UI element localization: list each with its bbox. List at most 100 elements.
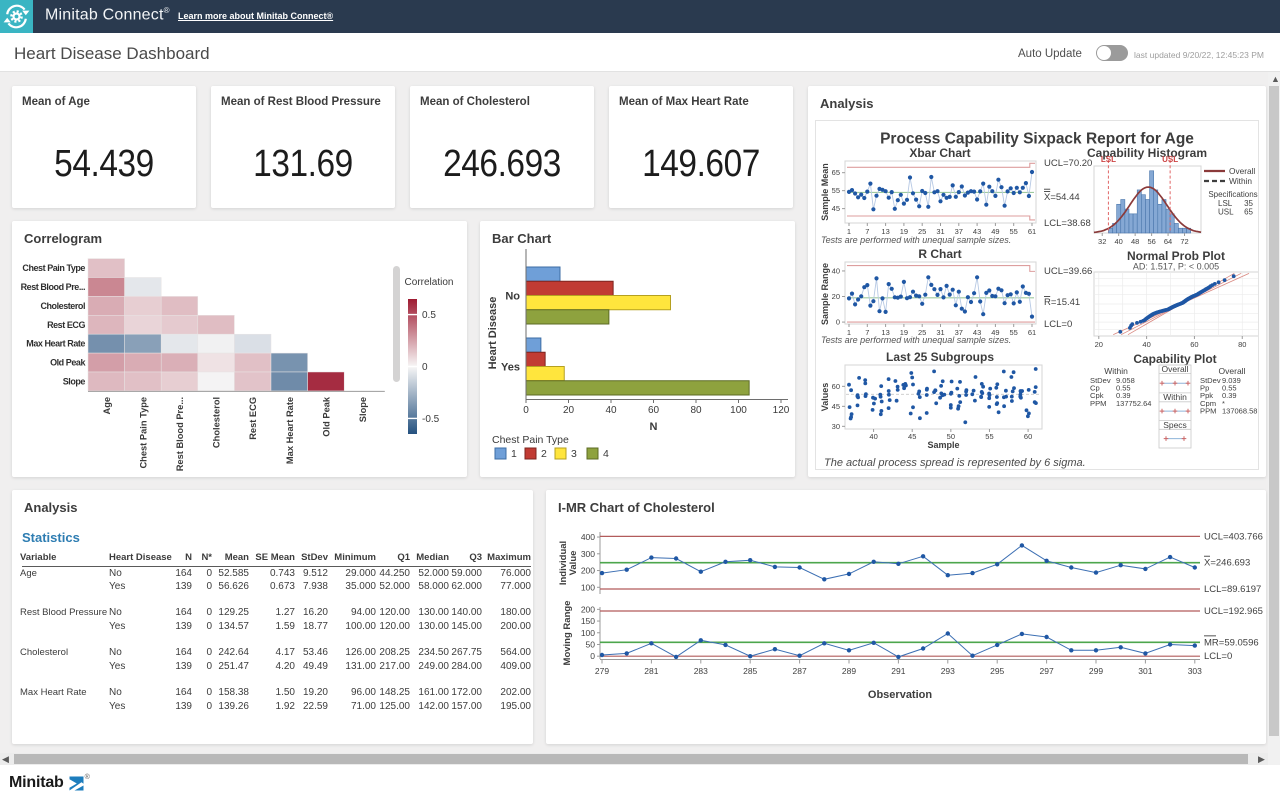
stats-cell: 202.00 <box>500 687 531 698</box>
stats-cell: 0 <box>206 647 212 658</box>
scroll-up-arrow[interactable]: ▲ <box>1271 73 1280 85</box>
svg-text:LCL=89.6197: LCL=89.6197 <box>1204 584 1261 595</box>
statistics-table: VariableHeart DiseaseNN*MeanSE MeanStDev… <box>12 490 533 744</box>
scrollbar-corner <box>1268 753 1280 765</box>
correlogram-panel: Correlogram Chest Pain TypeRest Blood Pr… <box>12 221 467 477</box>
svg-text:Cholesterol: Cholesterol <box>212 397 222 448</box>
auto-update-toggle[interactable] <box>1096 45 1128 61</box>
svg-text:65: 65 <box>1244 208 1253 217</box>
stats-cell: 71.00 <box>351 701 376 712</box>
scroll-left-arrow[interactable]: ◀ <box>2 753 9 765</box>
kpi-card: Mean of Rest Blood Pressure131.69 <box>211 86 395 208</box>
stats-cell: 134.57 <box>218 621 249 632</box>
kpi-title: Mean of Cholesterol <box>420 96 530 108</box>
svg-text:300: 300 <box>581 549 595 559</box>
svg-text:40: 40 <box>832 266 840 275</box>
stats-cell: 0 <box>206 701 212 712</box>
stats-cell: 157.00 <box>451 701 482 712</box>
svg-text:56: 56 <box>1147 237 1155 246</box>
kpi-title: Mean of Rest Blood Pressure <box>221 96 381 108</box>
svg-text:45: 45 <box>908 432 916 441</box>
svg-text:Sample Mean: Sample Mean <box>820 163 830 221</box>
svg-text:2: 2 <box>541 448 547 460</box>
minitab-connect-logo[interactable] <box>0 0 33 33</box>
stats-cell: 94.00 <box>351 607 376 618</box>
stats-cell: 164 <box>175 647 192 658</box>
brand-title: Minitab Connect® <box>45 6 170 24</box>
stats-cell: 52.585 <box>218 568 249 579</box>
stats-cell: 564.00 <box>500 647 531 658</box>
kpi-card: Mean of Max Heart Rate149.607 <box>609 86 793 208</box>
kpi-value: 246.693 <box>421 145 583 183</box>
svg-text:Chest Pain Type: Chest Pain Type <box>492 434 569 446</box>
svg-text:20: 20 <box>832 292 840 301</box>
stats-cell: 249.00 <box>418 661 449 672</box>
stats-header-cell: StDev <box>301 552 328 563</box>
horizontal-scroll-thumb[interactable] <box>14 754 1248 764</box>
analysis-sixpack-panel: Analysis Process Capability Sixpack Repo… <box>808 86 1266 477</box>
correlogram-scrollbar-thumb[interactable] <box>393 266 400 382</box>
learn-more-link[interactable]: Learn more about Minitab Connect® <box>178 11 333 21</box>
svg-text:40: 40 <box>1115 237 1123 246</box>
stats-cell: 62.000 <box>451 581 482 592</box>
vertical-scrollbar[interactable]: ▲ ▼ <box>1268 72 1280 765</box>
stats-cell: Yes <box>109 581 125 592</box>
stats-cell: 49.49 <box>303 661 328 672</box>
stats-cell: 139 <box>175 701 192 712</box>
sixpack-report: Process Capability Sixpack Report for Ag… <box>815 120 1259 470</box>
svg-text:UCL=192.965: UCL=192.965 <box>1204 606 1263 617</box>
page-title: Heart Disease Dashboard <box>14 44 210 64</box>
stats-cell: 9.512 <box>303 568 328 579</box>
svg-text:Rest Blood Pre...: Rest Blood Pre... <box>175 397 185 471</box>
dashboard-header: Heart Disease Dashboard Auto Update last… <box>0 33 1280 72</box>
stats-cell: No <box>109 687 122 698</box>
svg-text:279: 279 <box>595 666 609 676</box>
stats-cell: 4.20 <box>276 661 295 672</box>
svg-text:USL: USL <box>1162 155 1178 164</box>
vertical-scroll-thumb[interactable] <box>1269 86 1279 736</box>
scroll-right-arrow[interactable]: ▶ <box>1258 753 1265 765</box>
stats-cell: 172.00 <box>451 687 482 698</box>
svg-text:0: 0 <box>590 651 595 661</box>
stats-cell: 0.743 <box>270 568 295 579</box>
svg-text:No: No <box>505 291 520 303</box>
svg-text:PPM: PPM <box>1090 399 1106 408</box>
stats-cell: 120.00 <box>379 607 410 618</box>
toggle-knob <box>1097 46 1111 60</box>
svg-text:Slope: Slope <box>358 397 368 422</box>
stats-cell: 0 <box>206 687 212 698</box>
svg-text:45: 45 <box>832 204 840 213</box>
svg-text:Yes: Yes <box>501 362 520 374</box>
horizontal-scrollbar[interactable]: ◀ ▶ <box>0 753 1268 765</box>
svg-text:Overall: Overall <box>1219 366 1246 376</box>
svg-text:Sample Range: Sample Range <box>820 263 830 325</box>
chart-frame <box>845 262 1036 324</box>
stats-cell: 59.000 <box>451 568 482 579</box>
stats-cell: 139 <box>175 621 192 632</box>
svg-text:61: 61 <box>1028 328 1036 337</box>
stats-cell: 0 <box>206 581 212 592</box>
stats-cell: 130.00 <box>418 607 449 618</box>
svg-text:The actual process spread is r: The actual process spread is represented… <box>824 457 1086 469</box>
bar-chart-panel: Bar Chart NoYes020406080100120NHeart Dis… <box>480 221 795 477</box>
stats-cell: 56.626 <box>218 581 249 592</box>
svg-text:4: 4 <box>603 448 609 460</box>
svg-text:32: 32 <box>1098 237 1106 246</box>
stats-cell: 284.00 <box>451 661 482 672</box>
svg-text:40: 40 <box>1142 340 1150 349</box>
kpi-title: Mean of Max Heart Rate <box>619 96 749 108</box>
stats-cell: No <box>109 607 122 618</box>
svg-text:Moving Range: Moving Range <box>562 601 573 666</box>
svg-text:283: 283 <box>694 666 708 676</box>
svg-text:-0.5: -0.5 <box>422 414 440 425</box>
page-footer: Minitab ® <box>0 765 1280 802</box>
stats-cell: 29.000 <box>345 568 376 579</box>
bar-chart: NoYes020406080100120NHeart DiseaseChest … <box>480 221 795 477</box>
stats-cell: 0.673 <box>270 581 295 592</box>
svg-text:Tests are performed with unequ: Tests are performed with unequal sample … <box>821 335 1011 345</box>
minitab-footer-logo[interactable]: Minitab ® <box>9 774 89 792</box>
dashboard-canvas: Mean of Age54.439Mean of Rest Blood Pres… <box>0 72 1268 753</box>
svg-text:20: 20 <box>1095 340 1103 349</box>
stats-cell: 131.00 <box>345 661 376 672</box>
stats-cell: 251.47 <box>218 661 249 672</box>
